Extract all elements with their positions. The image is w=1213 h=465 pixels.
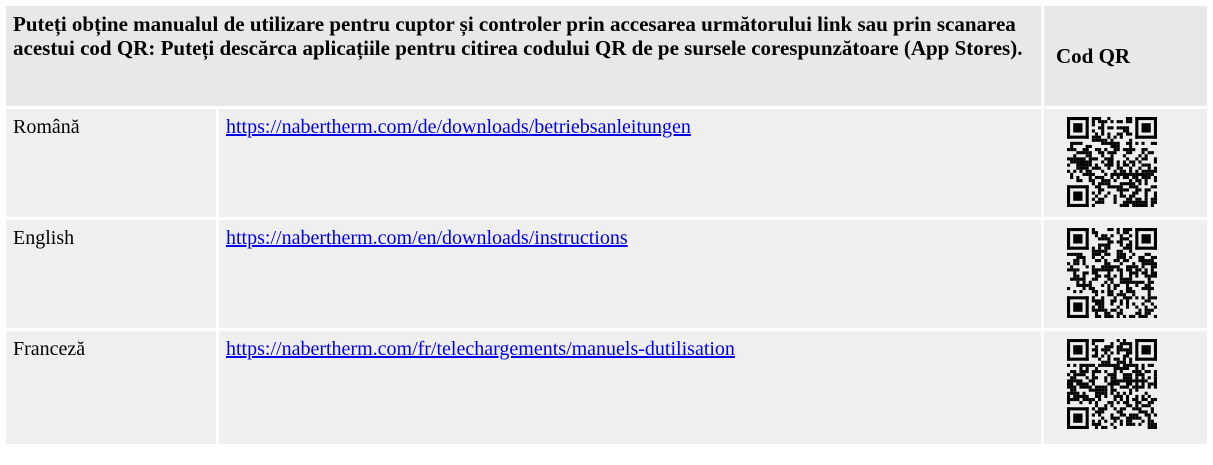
download-link[interactable]: https://nabertherm.com/en/downloads/inst… — [226, 227, 628, 249]
table-row: Română https://nabertherm.com/de/downloa… — [6, 109, 1207, 217]
header-description: Puteți obține manualul de utilizare pent… — [6, 6, 1041, 106]
qr-cell — [1044, 220, 1207, 328]
qr-cell — [1044, 109, 1207, 217]
language-cell: Română — [6, 109, 216, 217]
link-cell: https://nabertherm.com/fr/telechargement… — [219, 331, 1041, 444]
download-link[interactable]: https://nabertherm.com/fr/telechargement… — [226, 338, 735, 360]
link-cell: https://nabertherm.com/de/downloads/betr… — [219, 109, 1041, 217]
qr-code-icon — [1067, 228, 1157, 318]
language-cell: English — [6, 220, 216, 328]
header-qr-label: Cod QR — [1044, 6, 1207, 106]
table-header-row: Puteți obține manualul de utilizare pent… — [6, 6, 1207, 106]
language-cell: Franceză — [6, 331, 216, 444]
qr-code-icon — [1067, 117, 1157, 207]
table-row: English https://nabertherm.com/en/downlo… — [6, 220, 1207, 328]
qr-code-icon — [1067, 339, 1157, 429]
link-cell: https://nabertherm.com/en/downloads/inst… — [219, 220, 1041, 328]
download-link[interactable]: https://nabertherm.com/de/downloads/betr… — [226, 116, 691, 138]
qr-cell — [1044, 331, 1207, 444]
table-row: Franceză https://nabertherm.com/fr/telec… — [6, 331, 1207, 444]
manual-links-table: Puteți obține manualul de utilizare pent… — [3, 3, 1210, 447]
